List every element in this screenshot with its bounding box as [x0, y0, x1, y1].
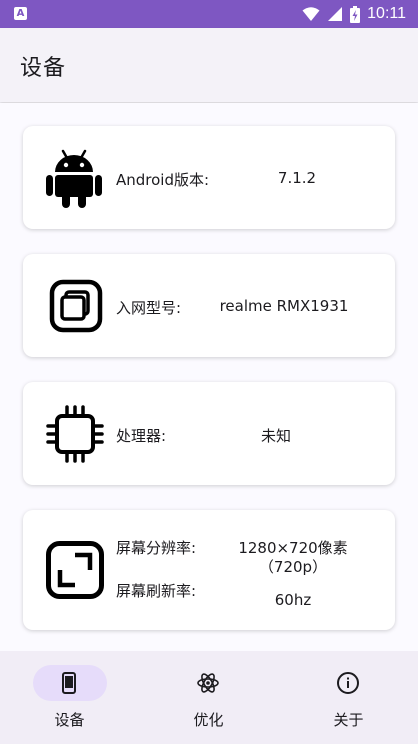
app-notification-icon: A	[14, 7, 27, 20]
info-icon	[337, 672, 359, 694]
resolution-value: 1280×720像素	[238, 539, 348, 557]
resolution-label: 屏幕分辨率:	[116, 539, 197, 557]
status-time: 10:11	[367, 5, 406, 22]
cpu-chip-icon	[46, 405, 104, 463]
bottom-nav: 设备 优化 关于	[0, 651, 418, 744]
wifi-icon	[302, 7, 320, 21]
processor-card: 处理器: 未知	[23, 382, 395, 485]
processor-label: 处理器:	[116, 427, 167, 445]
model-value: realme RMX1931	[219, 297, 349, 315]
android-version-label: Android版本:	[116, 171, 210, 189]
nav-item-about[interactable]: 关于	[279, 651, 418, 744]
status-bar: A 10:11	[0, 0, 418, 28]
signal-icon	[328, 7, 343, 21]
resolution-sub: （720p）	[258, 558, 328, 576]
device-info-list: Android版本: 7.1.2 入网型号: realme RMX1931 处理…	[0, 103, 418, 651]
android-version-card: Android版本: 7.1.2	[23, 126, 395, 229]
refresh-rate-label: 屏幕刷新率:	[116, 582, 197, 600]
nav-label-about: 关于	[333, 711, 364, 729]
nav-label-device: 设备	[54, 711, 85, 729]
battery-charging-icon	[350, 5, 361, 23]
app-bar: 设备	[0, 28, 418, 102]
processor-value: 未知	[260, 427, 291, 445]
layers-icon	[49, 279, 103, 333]
page-title: 设备	[20, 56, 67, 81]
status-icons: 10:11	[302, 0, 406, 28]
nav-item-device[interactable]: 设备	[0, 651, 139, 744]
phone-icon	[62, 672, 76, 694]
model-label: 入网型号:	[116, 299, 182, 317]
atom-icon	[197, 673, 219, 693]
screen-resize-icon	[46, 541, 104, 599]
android-version-value: 7.1.2	[277, 169, 317, 187]
model-card: 入网型号: realme RMX1931	[23, 254, 395, 357]
nav-label-optimize: 优化	[193, 711, 224, 729]
nav-item-optimize[interactable]: 优化	[139, 651, 278, 744]
refresh-rate-value: 60hz	[274, 591, 312, 609]
screen-card: 屏幕分辨率: 1280×720像素 （720p） 屏幕刷新率: 60hz	[23, 510, 395, 630]
android-icon	[46, 149, 102, 208]
